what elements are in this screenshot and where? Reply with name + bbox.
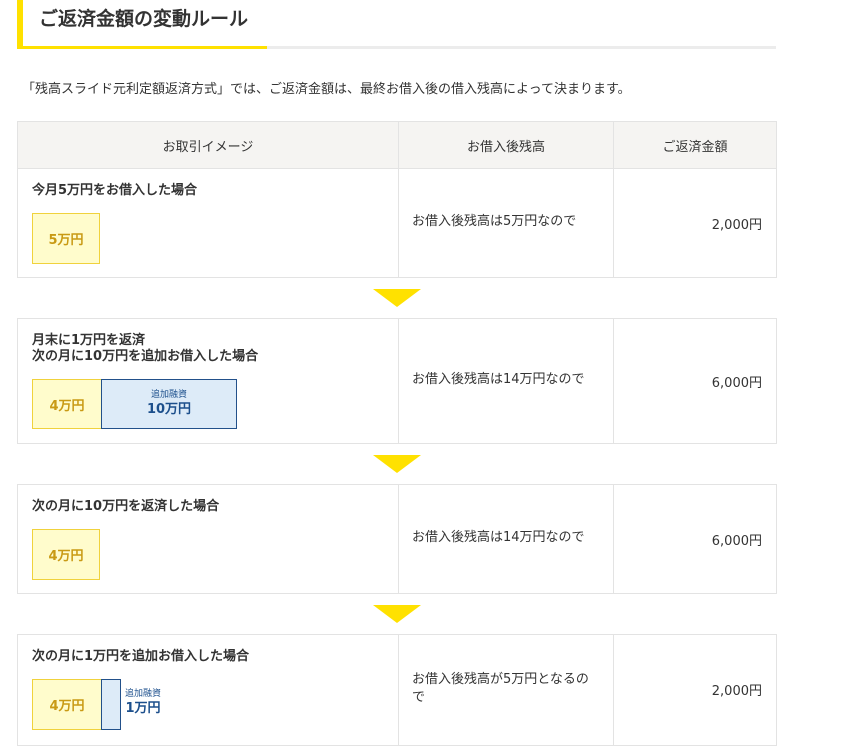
amount-cell: 2,000円 <box>613 635 776 745</box>
current-balance-box: 5万円 <box>32 213 100 264</box>
additional-loan-label: 追加融資 <box>150 390 187 400</box>
additional-loan-box: 追加融資 10万円 <box>101 379 237 429</box>
repayment-amount: 6,000円 <box>711 376 762 391</box>
header-repayment-amount: ご返済金額 <box>613 122 776 168</box>
balance-text: お借入後残高が5万円となるので <box>412 672 589 705</box>
amount-cell: 2,000円 <box>613 169 776 277</box>
header-balance-after: お借入後残高 <box>398 122 613 168</box>
additional-loan-labels: 追加融資 1万円 <box>125 689 161 718</box>
page: ご返済金額の変動ルール 「残高スライド元利定額返済方式」では、ご返済金額は、最終… <box>0 0 859 748</box>
scenario-text-line1: 月末に1万円を返済 <box>32 333 146 348</box>
balance-text: お借入後残高は14万円なので <box>412 530 585 545</box>
table-row: 次の月に1万円を追加お借入した場合 4万円 追加融資 1万円 お借入後残高が5万… <box>17 634 777 746</box>
additional-loan-label: 追加融資 <box>125 689 162 699</box>
down-triangle-icon <box>373 605 421 623</box>
amount-cell: 6,000円 <box>613 485 776 593</box>
table-header: お取引イメージ お借入後残高 ご返済金額 <box>17 121 777 169</box>
balance-cell: お借入後残高は14万円なので <box>398 485 613 593</box>
scenario-text-line2: 次の月に10万円を追加お借入した場合 <box>32 349 259 364</box>
balance-cell: お借入後残高が5万円となるので <box>398 635 613 745</box>
current-balance-box: 4万円 <box>32 529 100 580</box>
transaction-image-cell: 今月5万円をお借入した場合 5万円 <box>18 169 398 277</box>
balance-text: お借入後残高は14万円なので <box>412 372 585 387</box>
transaction-image-cell: 月末に1万円を返済 次の月に10万円を追加お借入した場合 4万円 追加融資 10… <box>18 319 398 443</box>
intro-text: 「残高スライド元利定額返済方式」では、ご返済金額は、最終お借入後の借入残高によっ… <box>22 82 631 97</box>
additional-loan-box <box>101 679 121 730</box>
heading-accent-bar <box>17 0 23 49</box>
transaction-image-cell: 次の月に10万円を返済した場合 4万円 <box>18 485 398 593</box>
header-transaction-image: お取引イメージ <box>162 139 254 155</box>
additional-loan-amount: 1万円 <box>125 701 161 716</box>
current-balance-box: 4万円 <box>32 679 102 730</box>
scenario-text: 次の月に1万円を追加お借入した場合 <box>32 649 250 664</box>
repayment-amount: 2,000円 <box>711 218 762 233</box>
balance-cell: お借入後残高は14万円なので <box>398 319 613 443</box>
scenario-text: 今月5万円をお借入した場合 <box>32 183 198 198</box>
current-balance-box: 4万円 <box>32 379 102 429</box>
down-triangle-icon <box>373 455 421 473</box>
repayment-amount: 6,000円 <box>711 534 762 549</box>
table-row: 次の月に10万円を返済した場合 4万円 お借入後残高は14万円なので 6,000… <box>17 484 777 594</box>
scenario-text: 次の月に10万円を返済した場合 <box>32 499 220 514</box>
balance-cell: お借入後残高は5万円なので <box>398 169 613 277</box>
table-row: 今月5万円をお借入した場合 5万円 お借入後残高は5万円なので 2,000円 <box>17 168 777 278</box>
section-heading: ご返済金額の変動ルール <box>17 0 776 49</box>
additional-loan-amount: 10万円 <box>146 402 192 417</box>
amount-cell: 6,000円 <box>613 319 776 443</box>
down-triangle-icon <box>373 289 421 307</box>
repayment-amount: 2,000円 <box>711 684 762 699</box>
heading-accent-underline <box>17 46 267 49</box>
transaction-image-cell: 次の月に1万円を追加お借入した場合 4万円 追加融資 1万円 <box>18 635 398 745</box>
heading-title: ご返済金額の変動ルール <box>39 8 249 30</box>
table-row: 月末に1万円を返済 次の月に10万円を追加お借入した場合 4万円 追加融資 10… <box>17 318 777 444</box>
balance-text: お借入後残高は5万円なので <box>412 214 577 229</box>
